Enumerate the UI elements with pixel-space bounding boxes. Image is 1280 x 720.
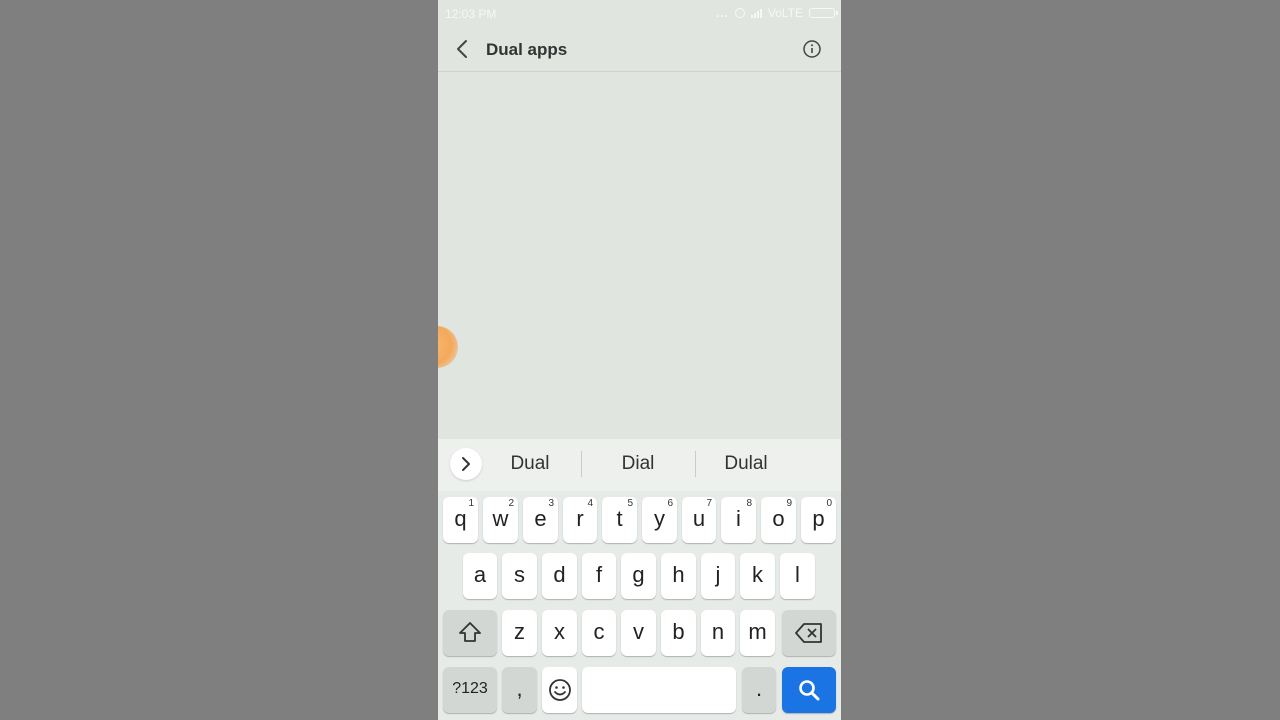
key-v[interactable]: v [621, 610, 656, 656]
network-label: VoLTE [767, 6, 803, 20]
title-bar: Dual apps [438, 28, 841, 72]
key-z[interactable]: z [502, 610, 537, 656]
suggestion-1[interactable]: Dual [475, 453, 585, 475]
back-button[interactable] [452, 37, 474, 61]
period-key[interactable]: . [742, 667, 776, 713]
comma-key[interactable]: , [502, 667, 537, 713]
suggestion-divider [581, 451, 582, 477]
status-bar: 12:03 PM ... VoLTE [438, 0, 841, 28]
key-p[interactable]: p0 [801, 497, 836, 543]
key-q[interactable]: q1 [443, 497, 478, 543]
more-notifications-icon: ... [715, 6, 729, 20]
shift-icon [459, 622, 481, 642]
key-g[interactable]: g [621, 553, 656, 599]
signal-icon [750, 8, 762, 18]
key-e[interactable]: e3 [523, 497, 558, 543]
key-a[interactable]: a [463, 553, 497, 599]
key-r[interactable]: r4 [563, 497, 597, 543]
suggestion-2[interactable]: Dial [583, 453, 693, 475]
key-u[interactable]: u7 [682, 497, 716, 543]
key-l[interactable]: l [780, 553, 815, 599]
key-d[interactable]: d [542, 553, 577, 599]
battery-icon [809, 8, 838, 18]
emoji-key[interactable] [542, 667, 577, 713]
key-s[interactable]: s [502, 553, 537, 599]
background-right [841, 0, 1280, 720]
page-title: Dual apps [486, 40, 568, 59]
info-button[interactable] [802, 39, 822, 59]
key-i[interactable]: i8 [721, 497, 756, 543]
emoji-icon [548, 679, 571, 701]
key-b[interactable]: b [661, 610, 696, 656]
status-time: 12:03 PM [445, 7, 497, 21]
key-n[interactable]: n [701, 610, 735, 656]
key-w[interactable]: w2 [483, 497, 518, 543]
key-y[interactable]: y6 [642, 497, 677, 543]
key-h[interactable]: h [661, 553, 696, 599]
suggestion-bar: Dual Dial Dulal [438, 439, 841, 491]
chevron-left-icon [457, 40, 467, 58]
key-j[interactable]: j [701, 553, 735, 599]
backspace-key[interactable] [782, 610, 836, 656]
key-m[interactable]: m [740, 610, 775, 656]
background-left [0, 0, 438, 720]
shift-key[interactable] [443, 610, 497, 656]
touch-indicator [438, 326, 458, 368]
key-o[interactable]: o9 [761, 497, 796, 543]
suggestion-3[interactable]: Dulal [691, 453, 801, 475]
alarm-icon [734, 8, 745, 18]
backspace-icon [795, 623, 822, 643]
key-c[interactable]: c [582, 610, 616, 656]
search-icon [799, 680, 820, 701]
keyboard: Dual Dial Dulal q1 w2 e3 r4 t5 y6 u7 i8 … [438, 439, 841, 720]
status-icons: ... VoLTE [715, 6, 838, 20]
key-x[interactable]: x [542, 610, 577, 656]
info-icon [803, 40, 821, 58]
key-f[interactable]: f [582, 553, 616, 599]
key-k[interactable]: k [740, 553, 775, 599]
symbols-key[interactable]: ?123 [443, 667, 497, 713]
phone-screen: 12:03 PM ... VoLTE Dual apps Dual Dial D… [438, 0, 841, 720]
key-t[interactable]: t5 [602, 497, 637, 543]
search-key[interactable] [782, 667, 836, 713]
space-key[interactable] [582, 667, 736, 713]
